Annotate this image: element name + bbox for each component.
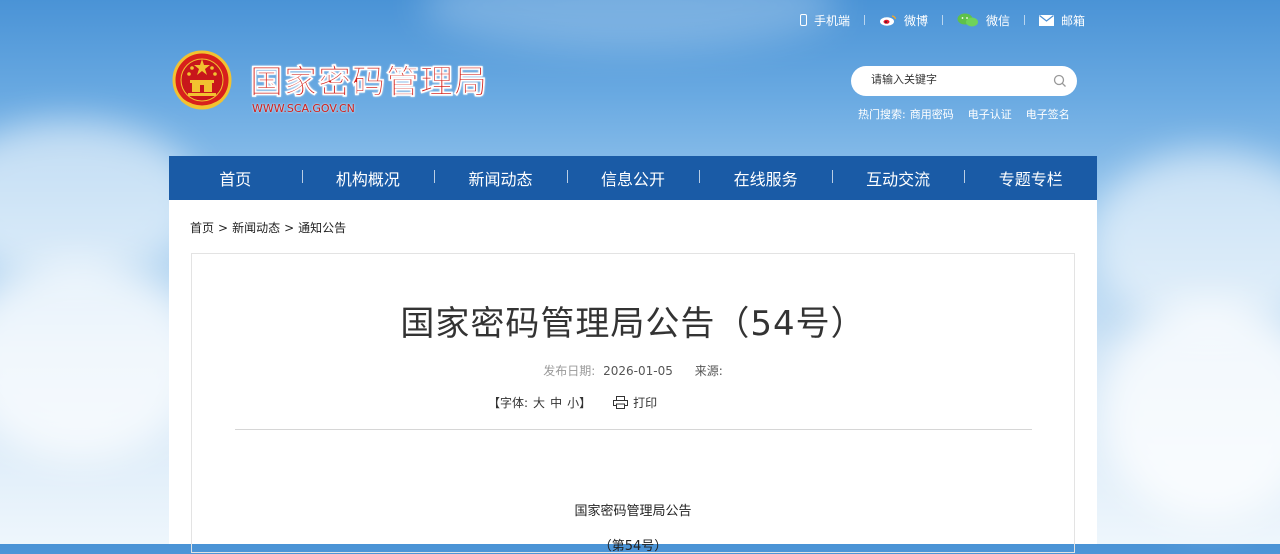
hot-keyword[interactable]: 电子签名: [1026, 106, 1070, 122]
site-url: WWW.SCA.GOV.CN: [252, 102, 355, 115]
font-size-label: 【字体:: [488, 396, 529, 410]
nav-item-online-service[interactable]: 在线服务: [699, 166, 832, 190]
mobile-label: 手机端: [814, 13, 851, 28]
national-emblem[interactable]: [172, 50, 232, 112]
article-divider: [235, 429, 1032, 430]
wechat-icon: [957, 13, 979, 27]
divider: [864, 15, 866, 25]
mobile-link[interactable]: 手机端: [800, 12, 850, 29]
main-nav: 首页 机构概况 新闻动态 信息公开 在线服务 互动交流 专题专栏: [169, 156, 1097, 200]
body-subheading: （第54号）: [598, 539, 668, 554]
cloud-decoration: [1100, 300, 1280, 520]
search-input[interactable]: [869, 72, 1043, 87]
breadcrumb: 首页 > 新闻动态 > 通知公告: [190, 219, 346, 236]
nav-item-organization[interactable]: 机构概况: [301, 166, 435, 190]
phone-icon: [800, 14, 807, 26]
nav-item-interaction[interactable]: 互动交流: [831, 166, 965, 190]
weibo-icon: [880, 15, 897, 26]
hot-keyword[interactable]: 商用密码: [910, 106, 954, 122]
wechat-link[interactable]: 微信: [957, 12, 1010, 29]
mail-icon: [1039, 14, 1055, 26]
nav-item-home[interactable]: 首页: [169, 166, 302, 190]
source-label: 来源:: [694, 364, 723, 378]
search-box: [851, 66, 1077, 96]
weibo-link[interactable]: 微博: [879, 12, 928, 29]
hot-search-row: 热门搜索: 商用密码 电子认证 电子签名: [858, 106, 1070, 122]
nav-item-news[interactable]: 新闻动态: [434, 166, 567, 190]
font-size-medium[interactable]: 中: [550, 394, 562, 411]
body-heading: 国家密码管理局公告: [574, 504, 692, 519]
font-size-large[interactable]: 大: [533, 394, 545, 411]
font-size-controls: 【字体: 大 中 小】 打印: [488, 394, 657, 411]
font-size-small[interactable]: 小】: [567, 394, 591, 411]
mail-label: 邮箱: [1061, 13, 1086, 28]
cloud-decoration: [420, 0, 840, 50]
mail-link[interactable]: 邮箱: [1039, 12, 1085, 29]
breadcrumb-separator: >: [284, 221, 295, 235]
divider: [942, 15, 944, 25]
article-meta: 发布日期: 2026-01-05 来源:: [192, 362, 1074, 379]
hot-keyword[interactable]: 电子认证: [968, 106, 1012, 122]
print-button[interactable]: 打印: [613, 394, 657, 411]
search-icon[interactable]: [1053, 74, 1067, 88]
date-label: 发布日期:: [543, 364, 596, 378]
breadcrumb-news[interactable]: 新闻动态: [232, 221, 280, 235]
main-content: 首页 > 新闻动态 > 通知公告 国家密码管理局公告（54号） 发布日期: 2026-0…: [169, 200, 1097, 554]
nav-item-special-topics[interactable]: 专题专栏: [964, 166, 1097, 190]
hot-search-label: 热门搜索:: [858, 108, 906, 121]
wechat-label: 微信: [986, 13, 1011, 28]
article-title: 国家密码管理局公告（54号）: [400, 304, 866, 344]
article-card: 国家密码管理局公告（54号） 发布日期: 2026-01-05 来源: 【字体:…: [191, 253, 1075, 554]
publish-date: 2026-01-05: [603, 364, 673, 378]
top-links-bar: 手机端 微博 微信 邮箱: [800, 10, 1085, 30]
divider: [1024, 15, 1026, 25]
breadcrumb-notices[interactable]: 通知公告: [298, 221, 346, 235]
site-title[interactable]: 国家密码管理局: [250, 55, 488, 103]
breadcrumb-separator: >: [218, 221, 229, 235]
nav-item-info-disclosure[interactable]: 信息公开: [566, 166, 700, 190]
print-icon: [613, 396, 629, 409]
print-label: 打印: [633, 396, 658, 410]
breadcrumb-home[interactable]: 首页: [190, 221, 214, 235]
weibo-label: 微博: [904, 13, 929, 28]
